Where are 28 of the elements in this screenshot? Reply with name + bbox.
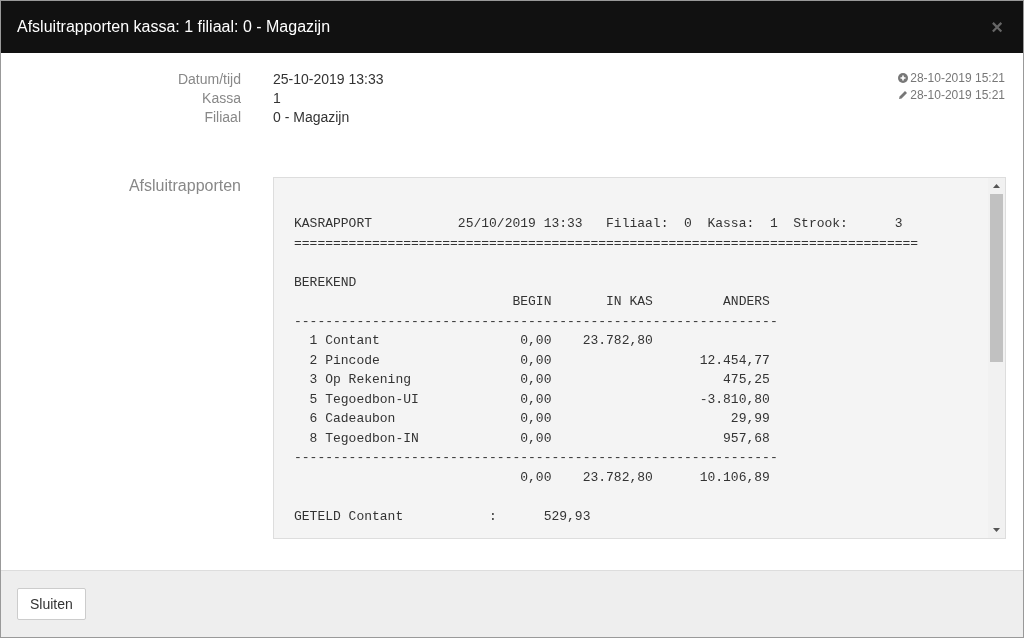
- field-value: 1: [273, 90, 282, 106]
- report-line: ================================================================================: [294, 234, 920, 253]
- field-value: 25-10-2019 13:33: [273, 71, 384, 87]
- report-line: 6 Cadeaubon 0,00 29,99: [308, 410, 771, 428]
- pencil-icon: [898, 90, 909, 100]
- plus-circle-icon: [898, 73, 909, 83]
- close-dialog-button[interactable]: Sluiten: [17, 588, 86, 620]
- report-line: KASRAPPORT 25/10/2019 13:33 Filiaal: 0 Kassa: 1 Strook: 3: [294, 215, 904, 233]
- report-line: 0,00 23.782,80 10.106,89: [519, 468, 771, 487]
- report-line: 3 Op Rekening 0,00 475,25: [308, 371, 771, 389]
- report-line: 8 Tegoedbon-IN 0,00 957,68: [308, 429, 771, 448]
- report-text-area[interactable]: [273, 177, 1006, 539]
- timestamp: 28-10-2019 15:21: [910, 71, 1005, 85]
- field-label: Afsluitrapporten: [127, 177, 241, 196]
- field-label: Datum/tijd: [176, 71, 241, 87]
- report-line: BEGIN IN KAS ANDERS: [511, 293, 771, 311]
- field-label: Kassa: [201, 90, 241, 106]
- field-value: 0 - Magazijn: [273, 109, 351, 125]
- timestamp: 28-10-2019 15:21: [910, 88, 1005, 102]
- report-line: GETELD Contant : 529,93: [294, 507, 592, 526]
- report-line: --------------------------------------------------------------: [294, 449, 779, 467]
- report-line: BEREKEND: [294, 273, 358, 292]
- report-line: 5 Tegoedbon-UI 0,00 -3.810,80: [308, 390, 771, 409]
- report-line: --------------------------------------------------------------: [294, 312, 779, 331]
- report-line: 2 Pincode 0,00 12.454,77: [308, 351, 771, 370]
- field-label: Filiaal: [203, 109, 241, 125]
- report-line: 1 Contant 0,00 23.782,80: [308, 332, 654, 350]
- window-title: Afsluitrapporten kassa: 1 filiaal: 0 - Magazijn: [17, 18, 331, 36]
